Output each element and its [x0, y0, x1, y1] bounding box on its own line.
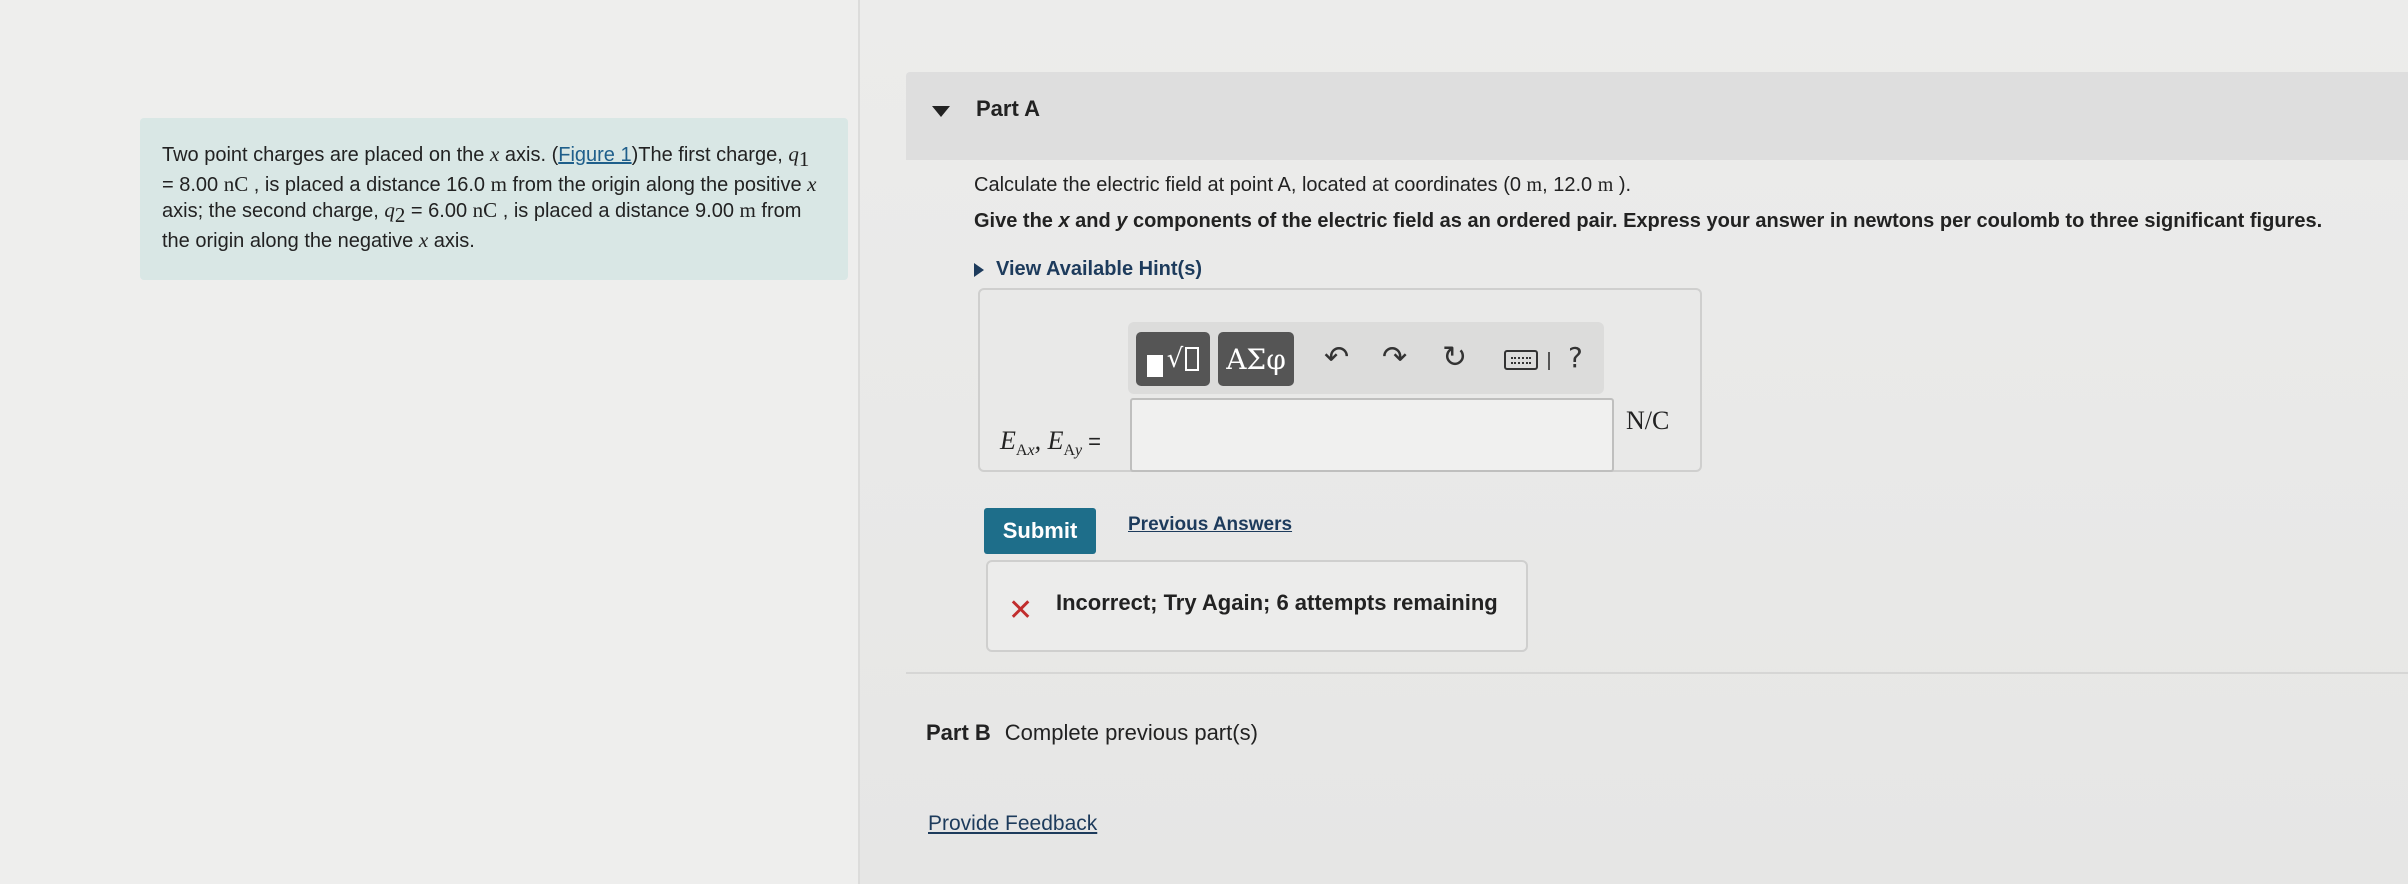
- incorrect-x-icon: ✕: [1008, 594, 1034, 627]
- question-text: Calculate the electric field at point A,…: [974, 172, 2394, 198]
- problem-text: , is placed a distance 16.0: [248, 174, 491, 196]
- question-prefix: Calculate the electric field at point A,…: [974, 174, 1527, 196]
- keyboard-icon[interactable]: [1504, 350, 1538, 370]
- q2-unit: nC: [472, 198, 498, 222]
- answer-input[interactable]: [1130, 398, 1614, 472]
- toolbar-divider: [1548, 352, 1550, 370]
- subscript: Ax: [1016, 442, 1035, 459]
- box-icon: [1185, 347, 1200, 371]
- instruction-part: Give the: [974, 210, 1059, 232]
- subscript: Ay: [1063, 442, 1082, 459]
- sub-x: x: [1027, 442, 1035, 460]
- hints-label: View Available Hint(s): [996, 258, 1202, 280]
- q2-value: = 6.00: [405, 200, 473, 222]
- sub-a: A: [1015, 442, 1028, 460]
- problem-panel: Two point charges are placed on the x ax…: [0, 0, 860, 884]
- page: Two point charges are placed on the x ax…: [0, 0, 2408, 884]
- templates-icon: [1146, 355, 1163, 377]
- question-unit: m: [1597, 174, 1614, 196]
- problem-text: Two point charges are placed on the: [162, 144, 490, 166]
- figure-link[interactable]: Figure 1: [558, 144, 631, 166]
- x-variable: x: [418, 228, 429, 252]
- problem-text: , is placed a distance 9.00: [497, 200, 740, 222]
- question-suffix: ).: [1613, 174, 1632, 196]
- part-a-title: Part A: [976, 96, 1040, 121]
- distance1-unit: m: [490, 172, 507, 196]
- e-variable: E: [1000, 426, 1016, 455]
- part-b-title: Part B: [926, 720, 991, 745]
- feedback-text: Incorrect; Try Again; 6 attempts remaini…: [1056, 590, 1498, 615]
- units-label: N/C: [1626, 406, 1670, 435]
- separator: ,: [1034, 426, 1048, 455]
- view-hints-toggle[interactable]: View Available Hint(s): [974, 258, 1202, 281]
- problem-text: axis. (: [499, 144, 559, 166]
- symbols-button[interactable]: ΑΣφ: [1218, 332, 1294, 386]
- submit-button[interactable]: Submit: [984, 508, 1096, 554]
- problem-text: axis.: [428, 230, 475, 252]
- part-b-row: Part B Complete previous part(s): [926, 720, 1258, 746]
- instruction-y: y: [1116, 210, 1128, 232]
- instruction-x: x: [1058, 210, 1070, 232]
- sub-a: A: [1063, 442, 1076, 460]
- part-b-status: Complete previous part(s): [1004, 720, 1258, 745]
- question-mid: , 12.0: [1542, 174, 1598, 196]
- q1-value: = 8.00: [162, 174, 224, 196]
- question-unit: m: [1526, 174, 1543, 196]
- x-variable: x: [807, 172, 817, 196]
- redo-icon[interactable]: ↷: [1382, 340, 1407, 376]
- instruction-part: components of the electric field as an o…: [1127, 210, 2323, 232]
- math-toolbar: √ ΑΣφ ↶ ↷ ↻ ?: [1128, 322, 1604, 394]
- expand-caret-icon: [974, 262, 984, 277]
- undo-icon[interactable]: ↶: [1324, 340, 1349, 376]
- part-a-header[interactable]: Part A: [906, 72, 2408, 160]
- instruction-text: Give the x and y components of the elect…: [974, 208, 2394, 234]
- collapse-caret-icon[interactable]: [932, 106, 950, 117]
- problem-statement: Two point charges are placed on the x ax…: [140, 118, 848, 280]
- provide-feedback-link[interactable]: Provide Feedback: [928, 812, 1097, 836]
- q2-subscript: 2: [394, 203, 406, 227]
- previous-answers-link[interactable]: Previous Answers: [1128, 514, 1292, 536]
- help-button[interactable]: ?: [1568, 340, 1583, 376]
- templates-button[interactable]: √: [1136, 332, 1210, 386]
- problem-text: from the origin along the positive: [506, 174, 808, 196]
- radical-icon: √: [1166, 344, 1184, 374]
- equals-sign: =: [1088, 429, 1101, 454]
- divider: [906, 672, 2408, 674]
- instruction-part: and: [1069, 210, 1117, 232]
- q1-unit: nC: [223, 172, 249, 196]
- problem-text: )The first charge,: [631, 144, 789, 166]
- q1-subscript: 1: [798, 147, 810, 171]
- reset-icon[interactable]: ↻: [1442, 340, 1467, 376]
- x-variable: x: [490, 142, 500, 166]
- distance2-unit: m: [739, 198, 756, 222]
- problem-text: axis; the second charge,: [162, 200, 385, 222]
- q2-variable: q: [384, 198, 395, 222]
- answer-label: EAx, EAy =: [1000, 426, 1101, 460]
- e-variable: E: [1047, 426, 1064, 455]
- sub-y: y: [1075, 442, 1083, 460]
- q1-variable: q: [788, 142, 799, 166]
